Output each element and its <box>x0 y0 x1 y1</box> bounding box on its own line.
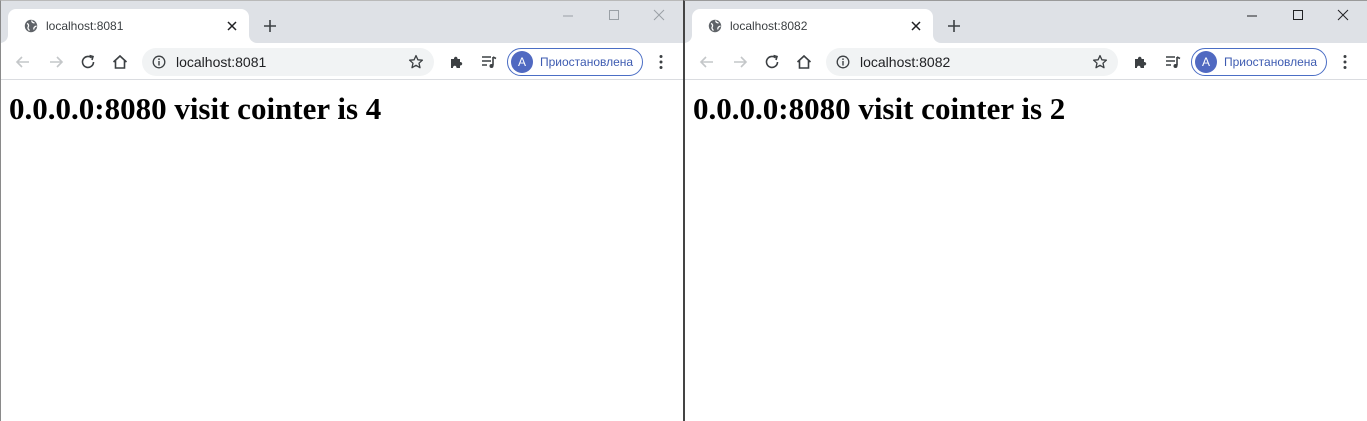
maximize-icon[interactable] <box>1290 7 1306 23</box>
kebab-menu-icon[interactable] <box>652 53 670 71</box>
avatar: A <box>1195 51 1217 73</box>
puzzle-icon[interactable] <box>448 53 466 71</box>
browser-tab[interactable]: localhost:8081 <box>8 9 249 43</box>
profile-status-label: Приостановлена <box>540 55 634 69</box>
info-icon[interactable] <box>836 55 850 69</box>
toolbar: localhost:8082 A Приостановлена <box>685 43 1367 80</box>
plus-icon[interactable] <box>946 18 962 34</box>
minimize-icon[interactable] <box>1244 7 1260 23</box>
arrow-right-icon[interactable] <box>731 53 749 71</box>
title-bar[interactable]: localhost:8082 <box>685 1 1367 43</box>
avatar: A <box>511 51 533 73</box>
info-icon[interactable] <box>152 55 166 69</box>
plus-icon[interactable] <box>262 18 278 34</box>
close-window-icon[interactable] <box>651 7 667 23</box>
browser-window-right: localhost:8082 localhost:8082 A Приостан… <box>683 0 1367 421</box>
address-bar[interactable]: localhost:8081 <box>142 48 434 76</box>
page-heading: 0.0.0.0:8080 visit cointer is 2 <box>693 91 1066 126</box>
star-icon[interactable] <box>1092 54 1108 70</box>
globe-icon <box>708 19 722 33</box>
title-bar[interactable]: localhost:8081 <box>1 1 683 43</box>
address-bar[interactable]: localhost:8082 <box>826 48 1118 76</box>
url-text[interactable]: localhost:8081 <box>176 54 266 70</box>
profile-button[interactable]: A Приостановлена <box>1191 48 1327 76</box>
page-content: 0.0.0.0:8080 visit cointer is 4 <box>1 81 683 421</box>
star-icon[interactable] <box>408 54 424 70</box>
kebab-menu-icon[interactable] <box>1336 53 1354 71</box>
page-heading: 0.0.0.0:8080 visit cointer is 4 <box>9 91 382 126</box>
close-icon[interactable] <box>909 19 923 33</box>
tab-title: localhost:8082 <box>730 19 808 33</box>
home-icon[interactable] <box>795 53 813 71</box>
reload-icon[interactable] <box>763 53 781 71</box>
browser-tab[interactable]: localhost:8082 <box>692 9 933 43</box>
close-icon[interactable] <box>225 19 239 33</box>
close-window-icon[interactable] <box>1335 7 1351 23</box>
minimize-icon[interactable] <box>560 7 576 23</box>
maximize-icon[interactable] <box>606 7 622 23</box>
profile-button[interactable]: A Приостановлена <box>507 48 643 76</box>
media-queue-icon[interactable] <box>480 53 498 71</box>
profile-status-label: Приостановлена <box>1224 55 1318 69</box>
url-text[interactable]: localhost:8082 <box>860 54 950 70</box>
tab-title: localhost:8081 <box>46 19 124 33</box>
arrow-left-icon[interactable] <box>14 53 32 71</box>
reload-icon[interactable] <box>79 53 97 71</box>
globe-icon <box>24 19 38 33</box>
media-queue-icon[interactable] <box>1164 53 1182 71</box>
arrow-left-icon[interactable] <box>698 53 716 71</box>
puzzle-icon[interactable] <box>1132 53 1150 71</box>
home-icon[interactable] <box>111 53 129 71</box>
toolbar: localhost:8081 A Приостановлена <box>1 43 683 80</box>
arrow-right-icon[interactable] <box>47 53 65 71</box>
browser-window-left: localhost:8081 localhost:8081 A Приостан… <box>0 0 683 421</box>
page-content: 0.0.0.0:8080 visit cointer is 2 <box>685 81 1367 421</box>
